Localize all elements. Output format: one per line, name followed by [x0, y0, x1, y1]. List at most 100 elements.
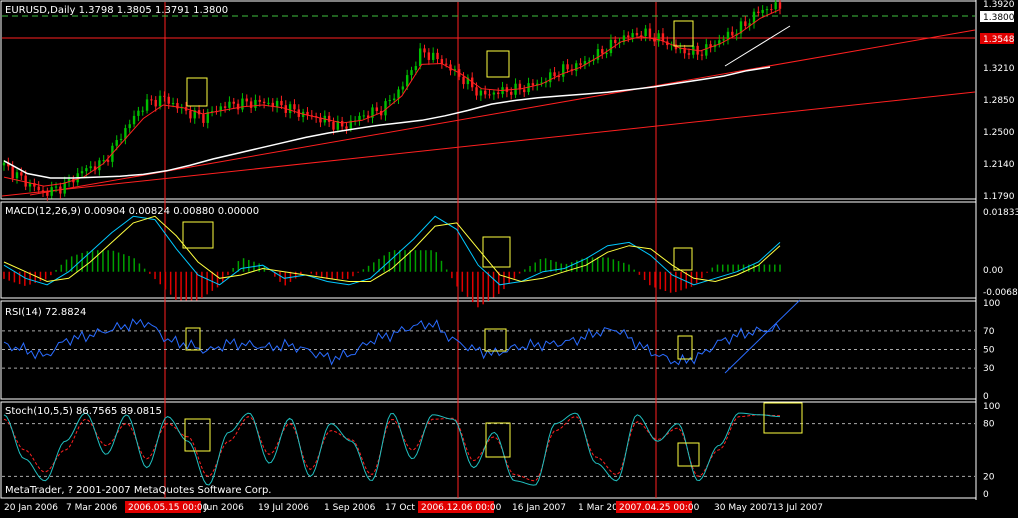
- candle-body: [2, 162, 6, 166]
- candle-body: [11, 166, 14, 179]
- candle-body: [254, 99, 257, 108]
- highlighted-date-label: 2006.05.15 00:00: [128, 503, 209, 513]
- macd-tick-label: 0.01833: [983, 208, 1018, 218]
- candle-body: [757, 11, 760, 13]
- candle-body: [245, 98, 248, 102]
- candle-body: [189, 110, 192, 119]
- candle-body: [700, 54, 704, 56]
- date-tick-label: 19 Jul 2006: [258, 503, 309, 513]
- macd-tick-label: 0.00: [983, 266, 1003, 276]
- candle-body: [59, 186, 62, 194]
- price-tick-label: 1.2140: [983, 160, 1015, 170]
- candle-body: [705, 44, 708, 56]
- candle-body: [132, 115, 136, 125]
- candle-body: [479, 90, 483, 96]
- candle-body: [41, 190, 45, 192]
- rsi-tick-label: 100: [983, 299, 1000, 309]
- candle-body: [375, 107, 379, 112]
- candle-body: [484, 90, 487, 95]
- candle-body: [50, 187, 53, 196]
- macd-layer: [3, 215, 781, 308]
- candle-body: [115, 140, 118, 146]
- candle-body: [345, 126, 348, 129]
- candle-body: [106, 160, 110, 162]
- date-tick-label: 1 Mar 20: [578, 503, 618, 513]
- macd-tick-label: -0.00683: [983, 288, 1018, 298]
- candle-body: [726, 31, 730, 40]
- candle-body: [85, 168, 88, 172]
- candle-body: [89, 166, 92, 169]
- candle-body: [20, 172, 23, 176]
- highlight-box: [673, 247, 693, 271]
- candle-body: [566, 64, 569, 70]
- candle-body: [431, 52, 435, 60]
- current-price-tag: 1.3800: [983, 13, 1015, 23]
- candle-body: [249, 101, 253, 108]
- candle-body: [444, 63, 448, 65]
- candle-body: [510, 91, 513, 95]
- candle-body: [397, 89, 400, 99]
- candle-body: [392, 98, 396, 101]
- candle-body: [171, 103, 175, 105]
- candle-body: [488, 94, 491, 96]
- candle-body: [202, 114, 205, 123]
- candle-body: [761, 9, 764, 13]
- candle-body: [427, 52, 431, 60]
- candle-body: [414, 66, 418, 71]
- candle-body: [176, 103, 179, 109]
- candle-body: [80, 171, 84, 174]
- candle-body: [635, 33, 639, 36]
- candle-body: [128, 124, 131, 129]
- candle-body: [644, 28, 647, 36]
- candle-body: [752, 11, 756, 24]
- candle-body: [137, 110, 140, 116]
- price-tick-label: 1.2500: [983, 128, 1015, 138]
- candle-body: [744, 21, 747, 27]
- candle-body: [362, 115, 366, 117]
- candle-body: [46, 191, 49, 196]
- macd-header: MACD(12,26,9) 0.00904 0.00824 0.00880 0.…: [5, 206, 259, 217]
- candle-body: [423, 48, 426, 53]
- macd-main-line: [3, 215, 781, 286]
- stoch-tick-label: 0: [983, 490, 989, 500]
- line-price-tag: 1.3548: [983, 35, 1015, 45]
- stoch-layer: [2, 412, 975, 486]
- stoch-tick-label: 20: [983, 472, 995, 482]
- candle-body: [575, 63, 578, 71]
- candle-body: [553, 72, 556, 77]
- candle-body: [562, 64, 565, 77]
- date-tick-label: 17 Oct 2: [385, 503, 423, 513]
- highlight-box: [182, 221, 214, 249]
- rsi-layer: [2, 299, 975, 374]
- candle-body: [523, 89, 526, 93]
- candle-body: [232, 101, 235, 104]
- candle-body: [154, 99, 157, 107]
- candle-body: [163, 95, 166, 97]
- candle-body: [236, 103, 240, 110]
- stoch-tick-label: 80: [983, 420, 995, 430]
- candle-body: [405, 75, 409, 87]
- highlight-box: [486, 50, 510, 78]
- candle-body: [722, 39, 725, 41]
- candle-body: [774, 2, 777, 10]
- copyright-text: MetaTrader, ? 2001-2007 MetaQuotes Softw…: [5, 485, 271, 496]
- candle-body: [15, 172, 19, 179]
- candle-body: [327, 115, 331, 122]
- highlight-box: [186, 77, 208, 107]
- candle-body: [418, 48, 422, 67]
- candle-body: [627, 35, 630, 38]
- candle-body: [631, 33, 634, 38]
- price-layer: [2, 0, 782, 201]
- candle-body: [731, 31, 734, 36]
- chart-canvas: 1.3920 1.3210 1.2850 1.2500 1.2140 1.1790 0.01…: [0, 0, 1018, 513]
- candle-body: [388, 100, 392, 102]
- highlight-box: [482, 236, 511, 268]
- rsi-tick-label: 50: [983, 346, 995, 356]
- highlighted-date-label: 2006.12.06 00:00: [421, 503, 502, 513]
- candle-body: [687, 53, 691, 55]
- highlight-box: [677, 335, 693, 360]
- highlight-box: [763, 402, 803, 434]
- candle-body: [119, 138, 123, 141]
- candle-body: [765, 9, 769, 11]
- candle-body: [531, 83, 535, 86]
